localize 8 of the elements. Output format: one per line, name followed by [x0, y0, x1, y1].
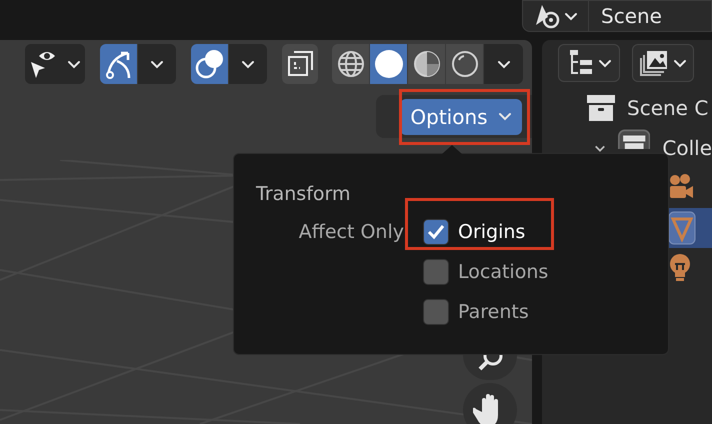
- option-label: Parents: [458, 300, 529, 325]
- outliner-label: Colle: [662, 135, 712, 162]
- scene-name: Scene: [600, 3, 662, 30]
- option-label: Locations: [458, 260, 548, 285]
- affect-only-label: Affect Only: [298, 220, 404, 245]
- section-title: Transform: [256, 182, 351, 207]
- option-label: Origins: [458, 220, 526, 245]
- outliner-label: Scene C: [627, 95, 708, 122]
